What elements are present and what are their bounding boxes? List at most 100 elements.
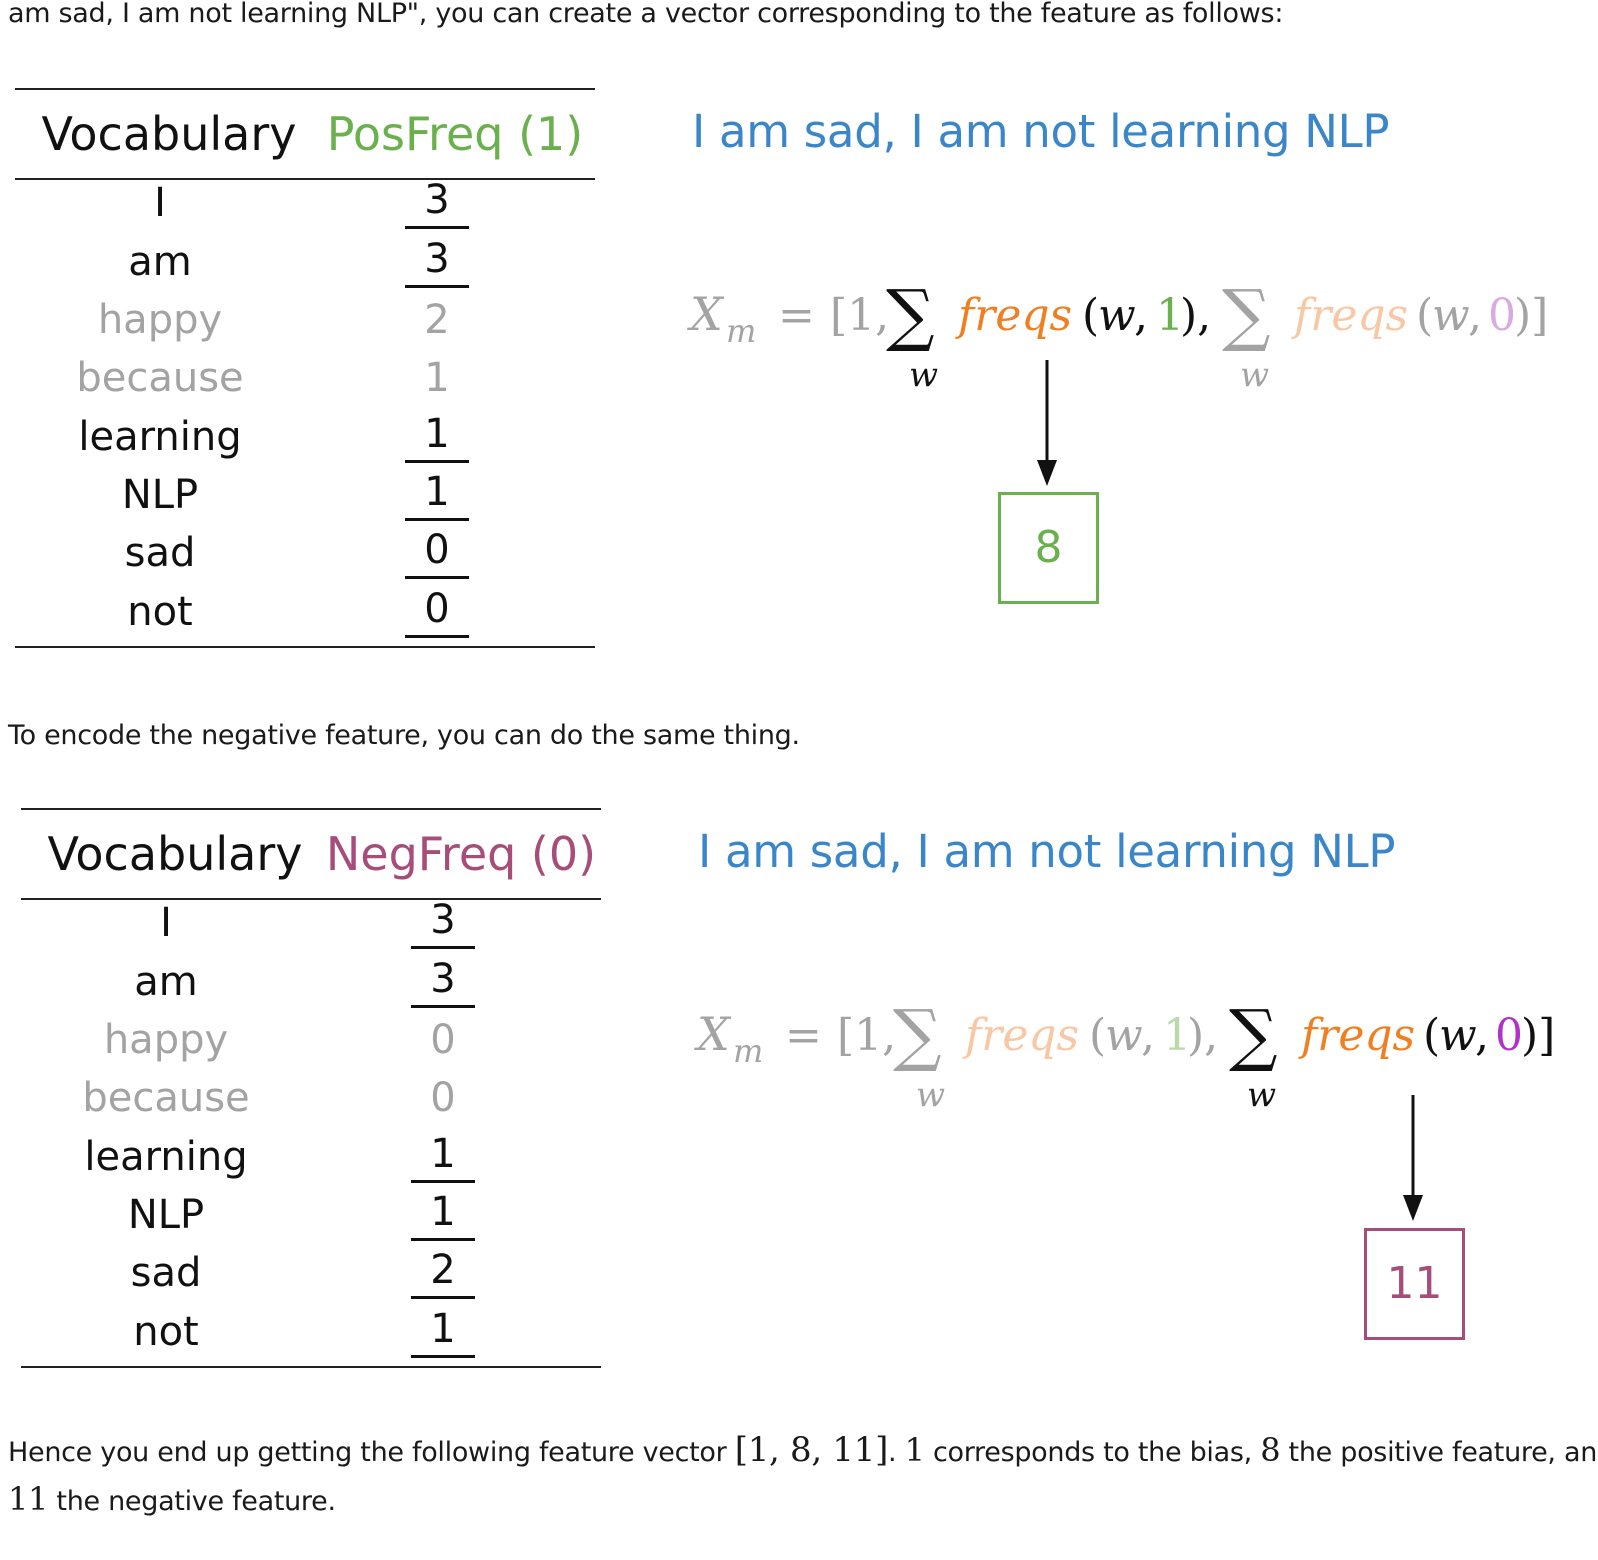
table-row: not 1 [21, 1303, 601, 1361]
formula-paren: ( [1082, 290, 1099, 341]
conclusion-mid3: the positive feature, and [1280, 1437, 1598, 1468]
header-vocabulary: Vocabulary [47, 827, 303, 881]
negative-frequency-table: Vocabulary NegFreq (0) I 3 am 3 happy 0 … [21, 808, 601, 1368]
negative-value: 11 [8, 1480, 49, 1518]
middle-text: To encode the negative feature, you can … [8, 720, 800, 751]
formula-equals: = [785, 1010, 822, 1061]
row-value: 1 [411, 1303, 475, 1358]
table-row: learning 1 [21, 1128, 601, 1186]
negative-example-sentence: I am sad, I am not learning NLP [698, 825, 1396, 878]
sum-index: w [1247, 1075, 1276, 1115]
table-row: because 0 [21, 1069, 601, 1127]
row-value: 3 [405, 233, 469, 288]
table-bottom-rule [21, 1366, 601, 1368]
row-word: I [160, 900, 172, 946]
table-row: sad 2 [21, 1244, 601, 1302]
formula-func: freqs [955, 290, 1072, 341]
row-word: I [154, 180, 166, 226]
positive-example-sentence: I am sad, I am not learning NLP [692, 105, 1390, 158]
sum-index: w [909, 355, 938, 395]
conclusion-mid2: corresponds to the bias, [924, 1437, 1261, 1468]
row-value: 1 [405, 466, 469, 521]
row-word: because [76, 355, 244, 401]
row-value: 3 [411, 953, 475, 1008]
formula-func: freqs [1298, 1010, 1415, 1061]
header-vocabulary: Vocabulary [41, 107, 297, 161]
row-value: 1 [424, 355, 450, 401]
positive-frequency-table: Vocabulary PosFreq (1) I 3 am 3 happy 2 … [15, 88, 595, 648]
formula-lhs-subscript: m [733, 1032, 763, 1070]
formula-arg: w [1432, 290, 1470, 341]
conclusion-line-2: 11 the negative feature. [8, 1480, 336, 1518]
row-word: happy [103, 1017, 229, 1063]
formula-equals: = [778, 290, 815, 341]
row-value: 3 [405, 174, 469, 229]
header-negfreq: NegFreq (0) [325, 827, 597, 881]
formula-svg: X m = [1, ∑ w freqs ( w , 1 ), ∑ w freqs… [687, 276, 1548, 395]
positive-feature-formula: X m = [1, ∑ w freqs ( w , 1 ), ∑ w freqs… [687, 276, 1550, 395]
row-word: learning [84, 1134, 248, 1180]
row-word: am [134, 959, 198, 1005]
formula-neg-label: 0 [1488, 290, 1516, 341]
formula-comma: , [1468, 290, 1482, 341]
sum-symbol: ∑ [1222, 276, 1271, 355]
table-row: not 0 [15, 583, 595, 641]
formula-lhs: X [687, 287, 725, 341]
positive-result-box: 8 [998, 492, 1099, 604]
formula-arg: w [1105, 1010, 1143, 1061]
sum-index: w [916, 1075, 945, 1115]
intro-text: am sad, I am not learning NLP", you can … [8, 0, 1284, 29]
row-word: sad [130, 1250, 202, 1296]
formula-neg-label: 0 [1495, 1010, 1523, 1061]
sum-symbol: ∑ [886, 276, 935, 355]
formula-func: freqs [1291, 290, 1408, 341]
conclusion-tail: the negative feature. [48, 1486, 336, 1517]
table-top-rule [21, 808, 601, 810]
bias-value: 1 [904, 1431, 925, 1469]
row-value: 3 [411, 894, 475, 949]
table-row: happy 2 [15, 291, 595, 349]
formula-lhs: X [694, 1007, 732, 1061]
table-row: NLP 1 [21, 1186, 601, 1244]
row-word: not [133, 1309, 199, 1355]
formula-arg: w [1439, 1010, 1477, 1061]
formula-close: )] [1514, 290, 1548, 341]
formula-paren: ( [1423, 1010, 1440, 1061]
conclusion-line-1: Hence you end up getting the following f… [8, 1430, 1598, 1470]
row-word: NLP [121, 472, 199, 518]
down-arrow-icon [1403, 1095, 1423, 1225]
table-row: am 3 [21, 953, 601, 1011]
formula-open: [1, [830, 290, 889, 341]
table-row: I 3 [15, 174, 595, 232]
formula-arg: w [1098, 290, 1136, 341]
down-arrow-icon [1037, 360, 1057, 490]
row-value: 2 [411, 1244, 475, 1299]
row-value: 1 [411, 1186, 475, 1241]
formula-comma: , [1141, 1010, 1155, 1061]
formula-paren: ( [1089, 1010, 1106, 1061]
table-row: sad 0 [15, 524, 595, 582]
formula-close: )] [1521, 1010, 1555, 1061]
table-row: because 1 [15, 349, 595, 407]
formula-open: [1, [837, 1010, 896, 1061]
table-row: NLP 1 [15, 466, 595, 524]
row-word: happy [97, 297, 223, 343]
formula-comma: , [1134, 290, 1148, 341]
table-bottom-rule [15, 646, 595, 648]
formula-func: freqs [962, 1010, 1079, 1061]
formula-svg: X m = [1, ∑ w freqs ( w , 1 ), ∑ w freqs… [694, 996, 1555, 1115]
row-value: 0 [430, 1075, 456, 1121]
negative-feature-formula: X m = [1, ∑ w freqs ( w , 1 ), ∑ w freqs… [694, 996, 1557, 1115]
row-word: not [127, 589, 193, 635]
sum-index: w [1240, 355, 1269, 395]
formula-close: ), [1187, 1010, 1218, 1061]
row-value: 0 [405, 583, 469, 638]
row-value: 0 [405, 524, 469, 579]
sum-symbol: ∑ [1229, 996, 1278, 1075]
sum-symbol: ∑ [893, 996, 942, 1075]
formula-comma: , [1475, 1010, 1489, 1061]
table-top-rule [15, 88, 595, 90]
row-value: 1 [405, 408, 469, 463]
row-word: NLP [127, 1192, 205, 1238]
table-row: learning 1 [15, 408, 595, 466]
